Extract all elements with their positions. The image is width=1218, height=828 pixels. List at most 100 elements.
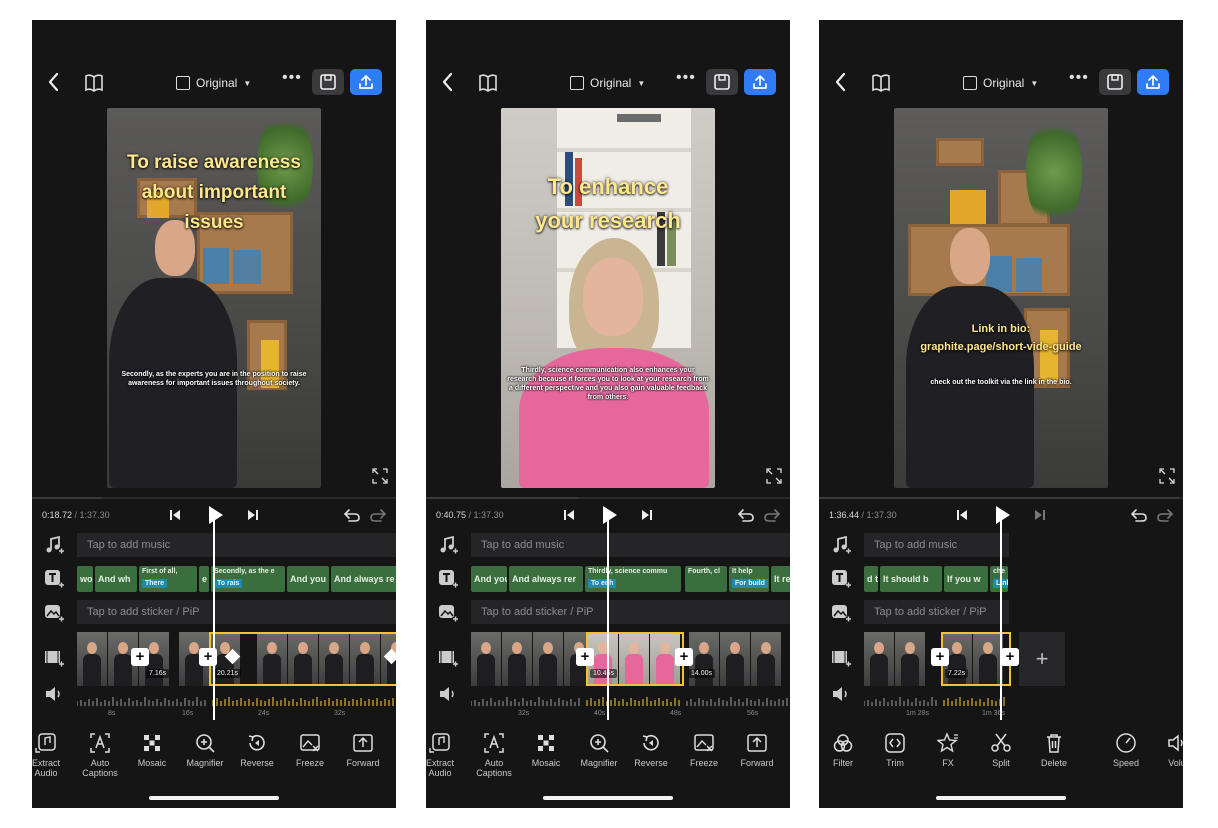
text-clip[interactable]: Fourth, cl bbox=[685, 566, 727, 592]
video-track-icon[interactable] bbox=[831, 648, 851, 668]
save-draft-button[interactable] bbox=[312, 69, 344, 95]
freeze-button[interactable]: Freeze bbox=[680, 732, 728, 768]
fx-button[interactable]: FX bbox=[924, 732, 972, 768]
skip-back-icon[interactable] bbox=[956, 508, 968, 522]
text-clip[interactable]: First of all, There bbox=[139, 566, 197, 592]
sticker-track[interactable]: Tap to add sticker / PiP bbox=[471, 600, 790, 624]
transition-add-button[interactable]: + bbox=[131, 648, 149, 666]
play-icon[interactable] bbox=[599, 504, 619, 526]
mosaic-button[interactable]: Mosaic bbox=[128, 732, 176, 768]
save-draft-button[interactable] bbox=[706, 69, 738, 95]
music-track[interactable]: Tap to add music bbox=[864, 533, 1009, 557]
add-text-icon[interactable] bbox=[438, 569, 458, 589]
freeze-button[interactable]: Freeze bbox=[286, 732, 334, 768]
play-icon[interactable] bbox=[992, 504, 1012, 526]
auto-captions-button[interactable]: Auto Captions bbox=[76, 732, 124, 778]
transition-add-button[interactable]: + bbox=[1001, 648, 1019, 666]
text-clip[interactable]: Thirdly, science commu To enh bbox=[585, 566, 681, 592]
redo-icon[interactable] bbox=[369, 507, 387, 523]
undo-icon[interactable] bbox=[737, 507, 755, 523]
aspect-ratio-dropdown[interactable]: Original ▼ bbox=[963, 71, 1038, 95]
more-icon[interactable]: ••• bbox=[1069, 69, 1089, 87]
fullscreen-icon[interactable] bbox=[372, 468, 388, 484]
text-clip[interactable]: wo bbox=[77, 566, 93, 592]
delete-button[interactable]: Delete bbox=[1030, 732, 1078, 768]
progress-track[interactable] bbox=[819, 497, 1183, 499]
text-track[interactable]: d ti It should b If you w cheLink bbox=[864, 566, 1183, 592]
magnifier-button[interactable]: Magnifier bbox=[575, 732, 623, 768]
forward-button[interactable]: Forward bbox=[733, 732, 781, 768]
progress-track[interactable] bbox=[426, 497, 790, 499]
save-draft-button[interactable] bbox=[1099, 69, 1131, 95]
video-preview[interactable]: To raise awareness about important issue… bbox=[107, 108, 321, 488]
back-icon[interactable] bbox=[42, 68, 66, 96]
magnifier-button[interactable]: Magnifier bbox=[181, 732, 229, 768]
sticker-track[interactable]: Tap to add sticker / PiP bbox=[864, 600, 1009, 624]
book-icon[interactable] bbox=[869, 70, 893, 96]
back-icon[interactable] bbox=[829, 68, 853, 96]
aspect-ratio-dropdown[interactable]: Original ▼ bbox=[176, 71, 251, 95]
text-clip[interactable]: And you bbox=[471, 566, 507, 592]
text-clip[interactable]: e bbox=[199, 566, 209, 592]
more-icon[interactable]: ••• bbox=[676, 69, 696, 87]
music-track[interactable]: Tap to add music bbox=[77, 533, 396, 557]
add-sticker-icon[interactable] bbox=[44, 603, 64, 623]
back-icon[interactable] bbox=[436, 68, 460, 96]
text-clip[interactable]: cheLink bbox=[990, 566, 1008, 592]
export-button[interactable] bbox=[1137, 69, 1169, 95]
extract-audio-button[interactable]: Extract Audio bbox=[32, 732, 70, 778]
text-clip[interactable]: And always re bbox=[331, 566, 396, 592]
reverse-button[interactable]: Reverse bbox=[627, 732, 675, 768]
home-indicator[interactable] bbox=[149, 796, 279, 800]
split-button[interactable]: Split bbox=[977, 732, 1025, 768]
skip-forward-icon[interactable] bbox=[247, 508, 259, 522]
video-track-icon[interactable] bbox=[44, 648, 64, 668]
text-track[interactable]: And you And always rer Thirdly, science … bbox=[471, 566, 790, 592]
progress-track[interactable] bbox=[32, 497, 396, 499]
volume-icon[interactable] bbox=[44, 684, 64, 704]
transition-add-button[interactable]: + bbox=[675, 648, 693, 666]
text-clip[interactable]: It re bbox=[771, 566, 790, 592]
add-sticker-icon[interactable] bbox=[831, 603, 851, 623]
text-clip[interactable]: And wh bbox=[95, 566, 137, 592]
text-track[interactable]: wo And wh First of all, There e Secondly,… bbox=[77, 566, 396, 592]
extract-audio-button[interactable]: Extract Audio bbox=[426, 732, 464, 778]
filter-button[interactable]: Filter bbox=[819, 732, 867, 768]
book-icon[interactable] bbox=[82, 70, 106, 96]
undo-icon[interactable] bbox=[1130, 507, 1148, 523]
add-text-icon[interactable] bbox=[44, 569, 64, 589]
play-icon[interactable] bbox=[205, 504, 225, 526]
add-music-icon[interactable] bbox=[44, 535, 64, 555]
skip-forward-icon[interactable] bbox=[641, 508, 653, 522]
reverse-button[interactable]: Reverse bbox=[233, 732, 281, 768]
video-track-icon[interactable] bbox=[438, 648, 458, 668]
home-indicator[interactable] bbox=[543, 796, 673, 800]
export-button[interactable] bbox=[744, 69, 776, 95]
sticker-track[interactable]: Tap to add sticker / PiP bbox=[77, 600, 396, 624]
transition-add-button[interactable]: + bbox=[576, 648, 594, 666]
text-clip[interactable]: And always rer bbox=[509, 566, 583, 592]
text-clip[interactable]: It help For build bbox=[729, 566, 769, 592]
video-preview[interactable]: Link in bio: graphite.page/short-vide-gu… bbox=[894, 108, 1108, 488]
text-clip[interactable]: It should b bbox=[880, 566, 942, 592]
text-clip[interactable]: d ti bbox=[864, 566, 878, 592]
mosaic-button[interactable]: Mosaic bbox=[522, 732, 570, 768]
playhead[interactable] bbox=[1000, 518, 1002, 720]
add-music-icon[interactable] bbox=[438, 535, 458, 555]
more-icon[interactable]: ••• bbox=[282, 69, 302, 87]
playhead[interactable] bbox=[607, 518, 609, 720]
skip-forward-icon[interactable] bbox=[1034, 508, 1046, 522]
skip-back-icon[interactable] bbox=[169, 508, 181, 522]
text-clip[interactable]: Secondly, as the e To rais bbox=[211, 566, 285, 592]
volume-icon[interactable] bbox=[831, 684, 851, 704]
text-clip[interactable]: And you bbox=[287, 566, 329, 592]
add-music-icon[interactable] bbox=[831, 535, 851, 555]
playhead[interactable] bbox=[213, 518, 215, 720]
skip-back-icon[interactable] bbox=[563, 508, 575, 522]
speed-button[interactable]: Speed bbox=[1102, 732, 1150, 768]
volume-icon[interactable] bbox=[438, 684, 458, 704]
trim-button[interactable]: Trim bbox=[871, 732, 919, 768]
redo-icon[interactable] bbox=[763, 507, 781, 523]
book-icon[interactable] bbox=[476, 70, 500, 96]
redo-icon[interactable] bbox=[1156, 507, 1174, 523]
